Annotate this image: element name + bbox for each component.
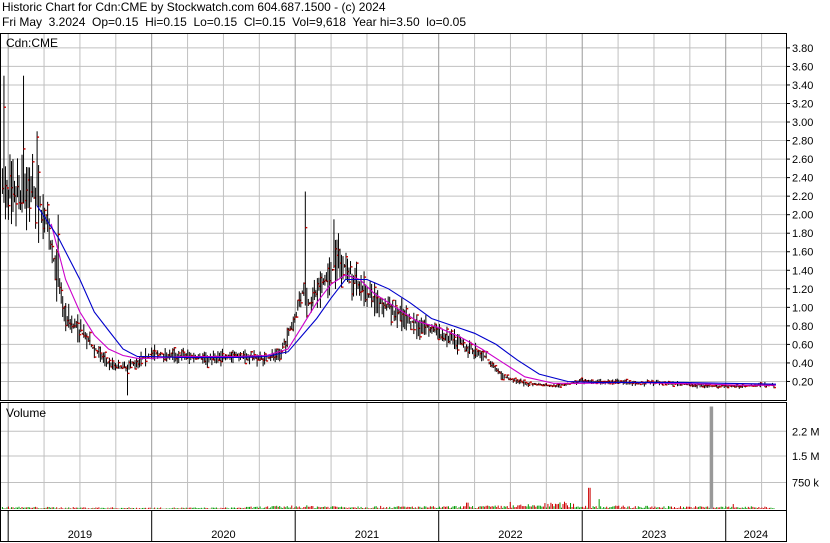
price-tick-label: 1.80 bbox=[792, 228, 813, 240]
price-tick-label: 2.40 bbox=[792, 173, 813, 185]
price-tick-label: 3.80 bbox=[792, 43, 813, 55]
price-tick-label: 0.20 bbox=[792, 376, 813, 388]
price-tick-label: 1.40 bbox=[792, 265, 813, 277]
volume-panel-label: Volume bbox=[6, 406, 46, 420]
price-panel bbox=[0, 33, 787, 401]
price-tick-label: 2.60 bbox=[792, 154, 813, 166]
year-label: 2023 bbox=[642, 529, 666, 541]
price-tick-label: 0.80 bbox=[792, 321, 813, 333]
year-label: 2019 bbox=[68, 529, 92, 541]
price-tick-label: 3.20 bbox=[792, 98, 813, 110]
price-tick-label: 1.00 bbox=[792, 302, 813, 314]
price-tick-label: 0.40 bbox=[792, 358, 813, 370]
volume-tick-label: 750 k bbox=[792, 478, 819, 490]
volume-tick-label: 2.2 M bbox=[792, 426, 820, 438]
price-tick-label: 2.80 bbox=[792, 136, 813, 148]
stock-chart: 3.80 3.60 3.40 3.20 3.00 2.80 2.60 2.40 2.20 2.00… bbox=[0, 33, 820, 542]
price-tick-label: 2.20 bbox=[792, 191, 813, 203]
year-label: 2022 bbox=[498, 529, 522, 541]
date-axis-panel bbox=[0, 510, 787, 542]
price-tick-label: 1.60 bbox=[792, 247, 813, 259]
price-tick-label: 1.20 bbox=[792, 284, 813, 296]
price-tick-label: 2.00 bbox=[792, 210, 813, 222]
year-label: 2024 bbox=[744, 529, 768, 541]
price-tick-label: 0.60 bbox=[792, 339, 813, 351]
price-panel-label: Cdn:CME bbox=[6, 36, 58, 50]
price-tick-label: 3.60 bbox=[792, 61, 813, 73]
year-label: 2021 bbox=[355, 529, 379, 541]
price-tick-label: 3.40 bbox=[792, 80, 813, 92]
price-tick-label: 3.00 bbox=[792, 117, 813, 129]
year-label: 2020 bbox=[211, 529, 235, 541]
volume-tick-label: 1.5 M bbox=[792, 451, 820, 463]
